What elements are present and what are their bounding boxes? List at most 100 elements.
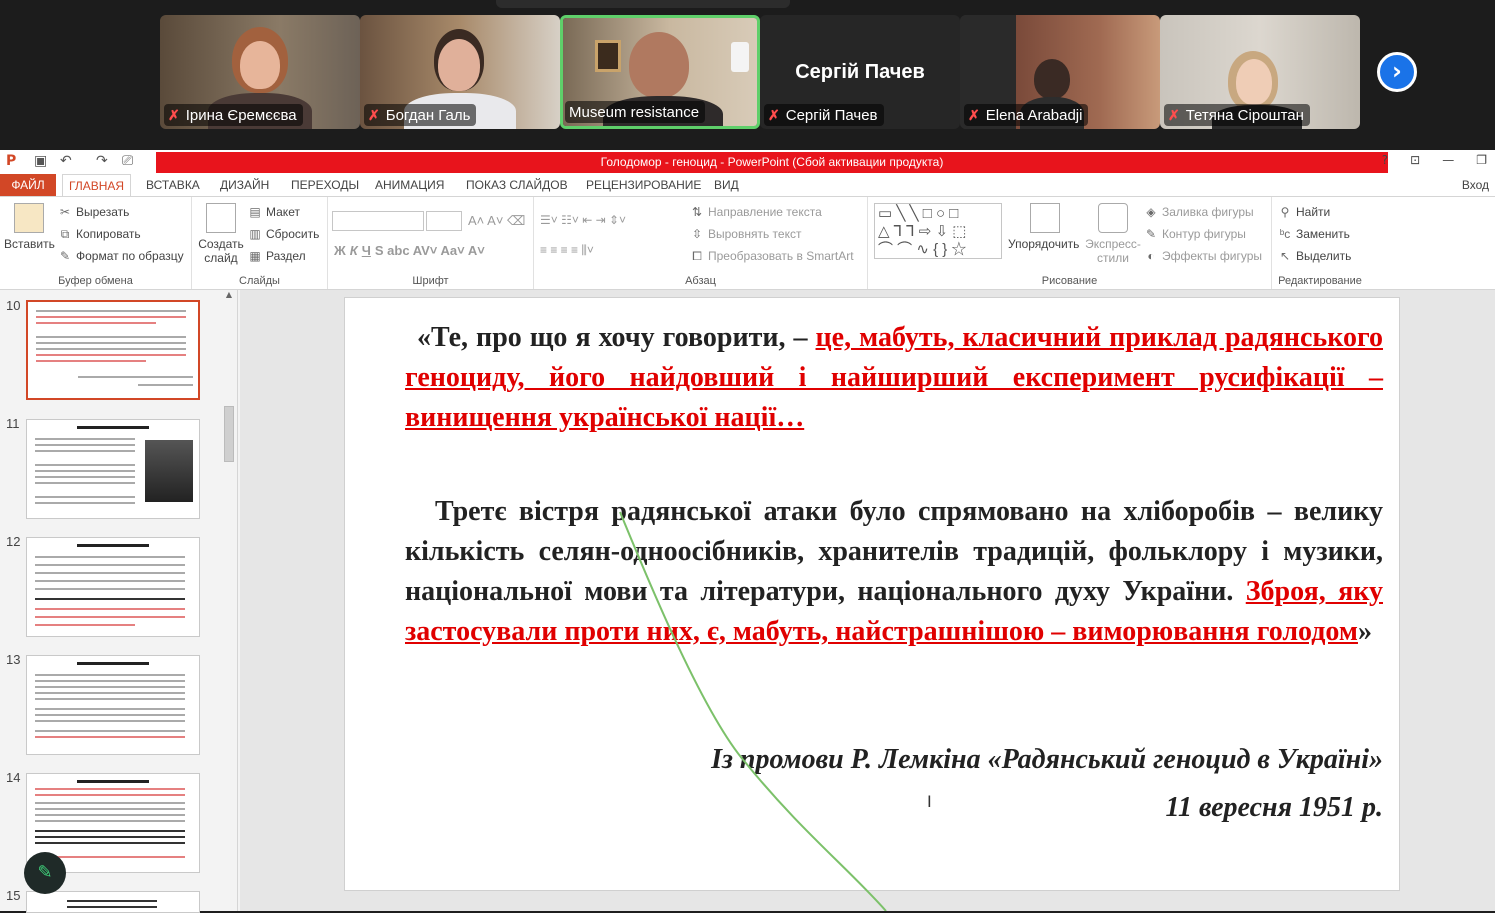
font-name-box[interactable] <box>332 211 424 231</box>
tab-design[interactable]: ДИЗАЙН <box>214 174 275 196</box>
help-button[interactable]: ? <box>1382 153 1388 167</box>
tab-view[interactable]: ВИД <box>708 174 745 196</box>
start-slideshow-icon[interactable]: ⎚ <box>122 153 133 169</box>
smartart-button[interactable]: ⧠ Преобразовать в SmartArt <box>690 249 853 263</box>
muted-mic-icon: ✗ <box>1168 106 1180 123</box>
section-button[interactable]: ▦ Раздел <box>248 249 305 263</box>
quick-styles-icon <box>1098 203 1128 233</box>
tab-animation[interactable]: АНИМАЦИЯ <box>369 174 450 196</box>
slide-thumbnail-11[interactable] <box>26 419 200 519</box>
font-style-buttons[interactable]: Ж К Ч S abc AV˅ Aa˅ A˅ <box>334 243 485 258</box>
shape-outline-button[interactable]: ✎ Контур фигуры <box>1144 227 1246 241</box>
shape-outline-label: Контур фигуры <box>1162 227 1246 241</box>
ribbon-home: Вставить ✂ Вырезать ⧉ Копировать ✎ Формат п… <box>0 196 1495 290</box>
paste-button[interactable]: Вставить <box>4 237 55 251</box>
replace-button[interactable]: ᵇc Заменить <box>1278 227 1350 241</box>
font-grow-shrink[interactable]: A˄ A˅ ⌫ <box>468 213 525 229</box>
text-direction-icon: ⇅ <box>691 205 703 219</box>
next-participants-button[interactable]: › <box>1377 52 1417 92</box>
replace-icon: ᵇc <box>1279 227 1291 241</box>
scroll-up-icon[interactable]: ▲ <box>223 290 235 302</box>
pen-tool-button[interactable]: ✎ <box>24 852 66 894</box>
cut-button[interactable]: ✂ Вырезать <box>58 205 129 219</box>
group-drawing: ▭ ╲ ╲ □ ○ □ △ ⅂ ⅂ ⇨ ⇩ ⬚ ⌒ ⌒ ∿ { } ☆ Упоряд… <box>868 197 1272 289</box>
participant-tile-1[interactable]: ✗ Ірина Єремєєва <box>160 15 360 129</box>
shape-fill-button[interactable]: ◈ Заливка фигуры <box>1144 205 1254 219</box>
cursor-icon: ↖ <box>1279 249 1291 263</box>
paste-icon <box>14 203 44 233</box>
tab-home[interactable]: ГЛАВНАЯ <box>62 174 132 197</box>
quote-paragraph-2[interactable]: Третє вістря радянської атаки було спрям… <box>405 492 1383 652</box>
muted-mic-icon: ✗ <box>368 106 380 123</box>
group-paragraph: ☰˅ ☷˅ ⇤ ⇥ ⇕˅ ≡ ≡ ≡ ≡ ⫼˅ ⇅ Направление тек… <box>534 197 868 289</box>
redo-icon[interactable]: ↷ <box>96 153 108 169</box>
font-size-box[interactable] <box>426 211 462 231</box>
scissors-icon: ✂ <box>59 205 71 219</box>
shapes-gallery[interactable]: ▭ ╲ ╲ □ ○ □ △ ⅂ ⅂ ⇨ ⇩ ⬚ ⌒ ⌒ ∿ { } ☆ <box>874 203 1002 259</box>
layout-button[interactable]: ▤ Макет <box>248 205 300 219</box>
effects-icon: ◐ <box>1147 249 1155 263</box>
participant-name-tag: ✗ Ірина Єремєєва <box>164 104 303 126</box>
slide-thumbnail-10[interactable] <box>26 300 200 400</box>
participant-tile-6[interactable]: ✗ Тетяна Сіроштан <box>1160 15 1360 129</box>
quick-access-toolbar: P ▣ ↶ ↷ ⎚ Голодомор - геноцид - PowerPoi… <box>0 150 1495 174</box>
slide-number: 15 <box>6 888 21 903</box>
participant-tile-active[interactable]: Museum resistance <box>560 15 760 129</box>
ribbon-display-icon[interactable]: ⊡ <box>1410 153 1420 167</box>
restore-icon[interactable]: ❐ <box>1476 153 1487 167</box>
tab-review[interactable]: РЕЦЕНЗИРОВАНИЕ <box>580 174 707 196</box>
replace-label: Заменить <box>1296 227 1350 241</box>
slide-thumbnail-13[interactable] <box>26 655 200 755</box>
window-controls: ? ⊡ — ❐ <box>1382 153 1487 167</box>
list-buttons[interactable]: ☰˅ ☷˅ ⇤ ⇥ ⇕˅ <box>540 213 626 227</box>
save-icon[interactable]: ▣ <box>34 153 47 169</box>
section-icon: ▦ <box>249 249 261 263</box>
speech-date[interactable]: 11 вересня 1951 р. <box>1165 792 1383 824</box>
tab-slideshow[interactable]: ПОКАЗ СЛАЙДОВ <box>460 174 574 196</box>
text-direction-button[interactable]: ⇅ Направление текста <box>690 205 822 219</box>
copy-button[interactable]: ⧉ Копировать <box>58 227 141 241</box>
select-button[interactable]: ↖ Выделить <box>1278 249 1351 263</box>
top-toolbar-notch <box>496 0 790 8</box>
minimize-icon[interactable]: — <box>1442 153 1454 167</box>
slide-thumbnails-panel: 10 11 12 13 14 15 <box>0 290 238 913</box>
participant-tile-4[interactable]: Сергій Пачев ✗ Сергій Пачев <box>760 15 960 129</box>
current-slide[interactable]: «Те, про що я хочу говорити, – це, мабут… <box>344 297 1400 891</box>
slide-thumbnail-15[interactable] <box>26 891 200 913</box>
scrollbar-thumb[interactable] <box>224 406 234 462</box>
format-painter-button[interactable]: ✎ Формат по образцу <box>58 249 184 263</box>
slide-thumbnail-12[interactable] <box>26 537 200 637</box>
participant-name: Museum resistance <box>569 103 700 121</box>
quick-styles-button[interactable]: Экспресс-стили <box>1082 237 1144 265</box>
tab-file[interactable]: ФАЙЛ <box>0 174 56 196</box>
align-text-button[interactable]: ⇳ Выровнять текст <box>690 227 802 241</box>
arrange-button[interactable]: Упорядочить <box>1008 237 1079 251</box>
shape-effects-button[interactable]: ◐ Эффекты фигуры <box>1144 249 1262 263</box>
undo-icon[interactable]: ↶ <box>60 153 72 169</box>
quote-intro-text: «Те, про що я хочу говорити, – <box>417 322 816 353</box>
new-slide-button[interactable]: Создать слайд <box>198 237 244 265</box>
participant-tile-5[interactable]: ✗ Elena Arabadji <box>960 15 1160 129</box>
tab-transitions[interactable]: ПЕРЕХОДЫ <box>285 174 365 196</box>
arrange-icon <box>1030 203 1060 233</box>
find-button[interactable]: ⚲ Найти <box>1278 205 1331 219</box>
speech-source[interactable]: Із промови Р. Лемкіна «Радянський геноци… <box>711 744 1383 776</box>
participant-name: Тетяна Сіроштан <box>1185 106 1304 124</box>
participant-tile-2[interactable]: ✗ Богдан Галь <box>360 15 560 129</box>
thumbnails-scrollbar[interactable]: ▲ <box>221 290 237 911</box>
shape-fill-label: Заливка фигуры <box>1162 205 1254 219</box>
participant-name-tag: Museum resistance <box>565 101 706 123</box>
copy-label: Копировать <box>76 227 141 241</box>
video-participants-bar: ✗ Ірина Єремєєва ✗ Богдан Галь Museum re… <box>0 0 1495 150</box>
smartart-icon: ⧠ <box>692 249 702 263</box>
quote-paragraph-1[interactable]: «Те, про що я хочу говорити, – це, мабут… <box>405 318 1383 438</box>
powerpoint-window: P ▣ ↶ ↷ ⎚ Голодомор - геноцид - PowerPoi… <box>0 150 1495 913</box>
reset-button[interactable]: ▥ Сбросить <box>248 227 319 241</box>
login-link[interactable]: Вход <box>1462 174 1489 196</box>
slide-number: 14 <box>6 770 21 785</box>
participant-name-tag: ✗ Elena Arabadji <box>964 104 1089 126</box>
group-font: A˄ A˅ ⌫ Ж К Ч S abc AV˅ Aa˅ A˅ Шрифт <box>328 197 534 289</box>
tab-insert[interactable]: ВСТАВКА <box>140 174 206 196</box>
participant-name: Богдан Галь <box>385 106 471 124</box>
align-buttons[interactable]: ≡ ≡ ≡ ≡ ⫼˅ <box>540 243 594 258</box>
